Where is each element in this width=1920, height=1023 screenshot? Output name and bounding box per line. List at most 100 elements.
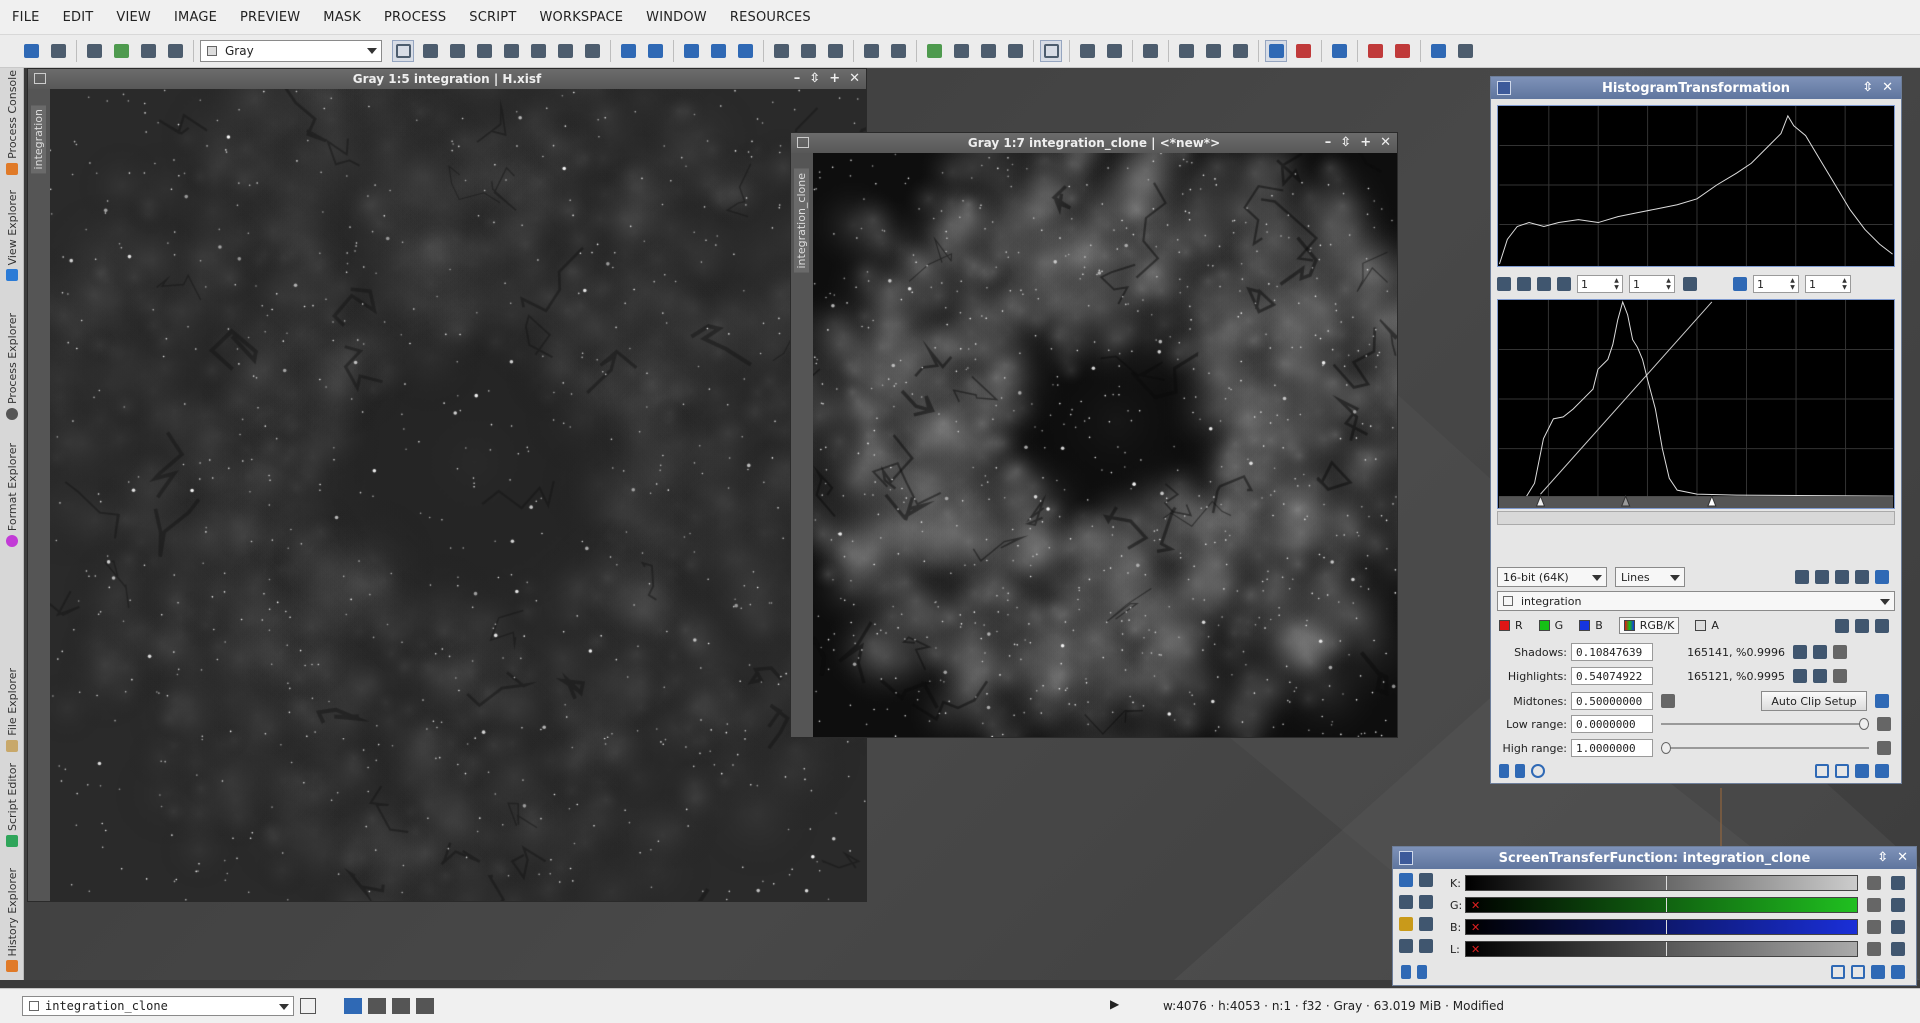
browse-docs-icon[interactable] (1815, 764, 1829, 778)
stf-clear-button[interactable] (1391, 40, 1413, 62)
zoom-out-icon[interactable] (1419, 917, 1433, 931)
close-button[interactable]: ✕ (849, 71, 860, 86)
stf-reset-channel-icon[interactable] (1867, 942, 1881, 956)
mask-select-button[interactable] (950, 40, 972, 62)
stf-reset-channel-icon[interactable] (1867, 876, 1881, 890)
zoom-mode-button[interactable] (419, 40, 441, 62)
process-titlebar[interactable]: HistogramTransformation ⇳ ✕ (1491, 77, 1901, 99)
stf-channel-bar[interactable] (1465, 919, 1858, 935)
track-view-icon[interactable] (1875, 618, 1889, 633)
shadows-reset-icon[interactable] (1833, 645, 1847, 659)
menu-window[interactable]: WINDOW (646, 10, 707, 25)
link-channels-icon[interactable] (1399, 873, 1413, 887)
stf-midtones-marker[interactable] (1666, 876, 1667, 890)
tab-process-console[interactable]: Process Console (0, 70, 24, 175)
readout-mode-button[interactable] (392, 40, 414, 62)
curve-icon[interactable] (1855, 570, 1869, 584)
tab-process-explorer[interactable]: Process Explorer (0, 313, 24, 421)
histogram-display-icon-2[interactable] (1815, 570, 1829, 584)
shade-button[interactable]: ⇳ (1340, 135, 1351, 150)
center-button[interactable] (500, 40, 522, 62)
pointer-button[interactable] (581, 40, 603, 62)
high-range-reset-icon[interactable] (1877, 741, 1891, 755)
histogram-transformation-window[interactable]: HistogramTransformation ⇳ ✕ 1 1 1 1 (1490, 76, 1902, 784)
stf-auto-channel-icon[interactable] (1891, 942, 1905, 956)
zoom-fit-button[interactable] (707, 40, 729, 62)
auto-clip-setup-button[interactable]: Auto Clip Setup (1761, 691, 1867, 711)
stf-auto-channel-icon[interactable] (1891, 876, 1905, 890)
channel-a[interactable]: A (1695, 619, 1719, 632)
image-canvas-integration[interactable] (50, 89, 866, 901)
open-button[interactable] (110, 40, 132, 62)
image-canvas-integration-clone[interactable] (813, 153, 1397, 737)
close-button[interactable]: ✕ (1897, 850, 1908, 865)
channel-b[interactable]: B (1579, 619, 1603, 632)
minimize-button[interactable]: – (794, 71, 801, 86)
menu-preview[interactable]: PREVIEW (240, 10, 300, 25)
reset-icon[interactable] (1875, 764, 1889, 778)
slider-handle[interactable] (1661, 742, 1671, 754)
history-c-button[interactable] (1229, 40, 1251, 62)
tab-format-explorer[interactable]: Format Explorer (0, 443, 24, 548)
stf-toggle-button[interactable] (1265, 40, 1287, 62)
stf-channel-bar[interactable] (1465, 897, 1858, 913)
input-zoom-x[interactable]: 1 (1753, 275, 1799, 293)
stf-reset-button[interactable] (1364, 40, 1386, 62)
horizontal-pan-icon[interactable] (1419, 939, 1433, 953)
zoom-icon[interactable] (1517, 277, 1531, 291)
menu-process[interactable]: PROCESS (384, 10, 446, 25)
maximize-button[interactable]: + (829, 71, 840, 86)
stf-channel-bar[interactable] (1465, 875, 1858, 891)
low-range-reset-icon[interactable] (1877, 717, 1891, 731)
undo-button[interactable] (20, 40, 42, 62)
menu-file[interactable]: FILE (12, 10, 40, 25)
cascade-windows-button[interactable] (824, 40, 846, 62)
close-button[interactable]: ✕ (1882, 80, 1893, 95)
zoom-1-1-button[interactable] (680, 40, 702, 62)
stf-reset-channel-icon[interactable] (1867, 920, 1881, 934)
new-instance-icon[interactable] (1499, 764, 1509, 778)
tab-history-explorer[interactable]: History Explorer (0, 868, 24, 973)
stf-channel-bar[interactable] (1465, 941, 1858, 957)
apply-icon[interactable] (1855, 764, 1869, 778)
stf-midtones-marker[interactable] (1666, 920, 1667, 934)
mask-remove-button[interactable] (1004, 40, 1026, 62)
move-icon[interactable] (1557, 277, 1571, 291)
new-image-button[interactable] (83, 40, 105, 62)
highlights-track-icon[interactable] (1813, 669, 1827, 683)
tile-windows-button[interactable] (797, 40, 819, 62)
shade-button[interactable]: ⇳ (809, 71, 820, 86)
layout-1-icon[interactable] (344, 998, 362, 1014)
midtones-input[interactable]: 0.50000000 (1571, 692, 1653, 710)
play-icon[interactable]: ▶ (1110, 997, 1119, 1011)
stf-auto-button[interactable] (1328, 40, 1350, 62)
preview-store-button[interactable] (1139, 40, 1161, 62)
pan-icon[interactable] (1537, 277, 1551, 291)
menu-image[interactable]: IMAGE (174, 10, 217, 25)
histogram-display-icon-1[interactable] (1795, 570, 1809, 584)
target-view-select[interactable]: integration (1497, 591, 1895, 611)
view-explorer-toggle-icon[interactable] (300, 998, 316, 1014)
mask-display-button[interactable] (1427, 40, 1449, 62)
channel-rgbk[interactable]: RGB/K (1618, 617, 1680, 634)
menu-resources[interactable]: RESOURCES (730, 10, 811, 25)
tab-script-editor[interactable]: Script Editor (0, 763, 24, 847)
readout-icon[interactable] (1497, 277, 1511, 291)
output-zoom-x[interactable]: 1 (1577, 275, 1623, 293)
view-identifier-tab[interactable]: integration_clone (794, 169, 809, 273)
mask-invert-button[interactable] (977, 40, 999, 62)
resolution-select[interactable]: 16-bit (64K) (1497, 567, 1607, 587)
high-range-slider[interactable] (1661, 742, 1869, 754)
image-window-integration-clone[interactable]: Gray 1:7 integration_clone | <*new*> – ⇳… (790, 132, 1398, 738)
view-identifier-tab[interactable]: integration (31, 105, 46, 174)
input-zoom-y[interactable]: 1 (1805, 275, 1851, 293)
layout-2-icon[interactable] (368, 998, 386, 1014)
history-b-button[interactable] (1202, 40, 1224, 62)
menu-view[interactable]: VIEW (116, 10, 151, 25)
stf-midtones-marker[interactable] (1666, 942, 1667, 956)
zoom-in-icon[interactable] (1399, 895, 1413, 909)
stf-channel-button[interactable] (1454, 40, 1476, 62)
menu-script[interactable]: SCRIPT (469, 10, 516, 25)
minimize-button[interactable]: – (1325, 135, 1332, 150)
menu-edit[interactable]: EDIT (63, 10, 94, 25)
